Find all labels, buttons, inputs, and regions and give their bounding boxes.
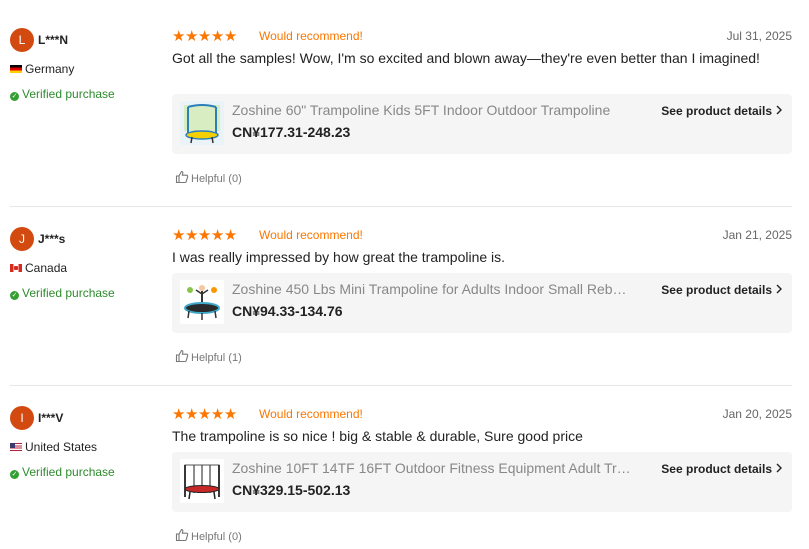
review-date: Jan 20, 2025 bbox=[722, 407, 792, 421]
star-icon: ★ bbox=[223, 28, 237, 45]
verified-label: Verified purchase bbox=[22, 87, 115, 101]
product-thumbnail[interactable] bbox=[180, 459, 224, 503]
verified-badge: ✓ Verified purchase bbox=[10, 465, 115, 479]
reviewer-name: L***N bbox=[38, 33, 69, 47]
star-rating: ★★★★★ bbox=[172, 406, 237, 423]
helpful-label: Helpful (1) bbox=[191, 352, 242, 364]
see-product-details-link[interactable]: See product details bbox=[661, 462, 772, 476]
recommend-label: Would recommend! bbox=[259, 29, 363, 43]
helpful-button[interactable]: Helpful (0) bbox=[175, 170, 242, 185]
product-name[interactable]: Zoshine 10FT 14TF 16FT Outdoor Fitness E… bbox=[232, 460, 632, 476]
avatar: L bbox=[10, 28, 34, 52]
recommend-label: Would recommend! bbox=[259, 407, 363, 421]
reviewer-country: United States bbox=[10, 440, 97, 454]
helpful-label: Helpful (0) bbox=[191, 173, 242, 185]
product-thumbnail[interactable] bbox=[180, 280, 224, 324]
country-label: Canada bbox=[25, 261, 68, 275]
review-text: I was really impressed by how great the … bbox=[172, 249, 506, 265]
star-icon: ★ bbox=[223, 227, 237, 244]
review-date: Jul 31, 2025 bbox=[726, 29, 792, 43]
verified-check-icon: ✓ bbox=[10, 92, 19, 101]
verified-badge: ✓ Verified purchase bbox=[10, 286, 115, 300]
flag-canada-icon bbox=[10, 264, 22, 272]
avatar: J bbox=[10, 227, 34, 251]
helpful-button[interactable]: Helpful (0) bbox=[175, 528, 242, 543]
star-icon: ★ bbox=[197, 406, 211, 423]
star-icon: ★ bbox=[210, 406, 224, 423]
chevron-right-icon[interactable] bbox=[774, 105, 784, 115]
country-label: Germany bbox=[25, 62, 75, 76]
review-text: The trampoline is so nice ! big & stable… bbox=[172, 428, 583, 444]
star-icon: ★ bbox=[223, 406, 237, 423]
product-price: CN¥177.31-248.23 bbox=[232, 124, 351, 140]
country-label: United States bbox=[25, 440, 98, 454]
review-date: Jan 21, 2025 bbox=[722, 228, 792, 242]
recommend-label: Would recommend! bbox=[259, 228, 363, 242]
flag-germany-icon bbox=[10, 65, 22, 73]
star-icon: ★ bbox=[184, 28, 198, 45]
thumbs-up-icon bbox=[175, 528, 189, 542]
star-rating: ★★★★★ bbox=[172, 28, 237, 45]
helpful-button[interactable]: Helpful (1) bbox=[175, 349, 242, 364]
star-icon: ★ bbox=[197, 28, 211, 45]
divider bbox=[10, 206, 792, 207]
verified-check-icon: ✓ bbox=[10, 470, 19, 479]
verified-label: Verified purchase bbox=[22, 286, 115, 300]
trampoline-image-icon bbox=[180, 101, 224, 145]
star-icon: ★ bbox=[210, 28, 224, 45]
helpful-label: Helpful (0) bbox=[191, 531, 242, 543]
star-icon: ★ bbox=[184, 227, 198, 244]
star-icon: ★ bbox=[184, 406, 198, 423]
star-icon: ★ bbox=[172, 227, 185, 244]
reviewer-country: Germany bbox=[10, 62, 74, 76]
reviewer-name: J***s bbox=[38, 232, 66, 246]
reviewer-name: I***V bbox=[38, 411, 64, 425]
avatar: I bbox=[10, 406, 34, 430]
chevron-right-icon[interactable] bbox=[774, 463, 784, 473]
review-text: Got all the samples! Wow, I'm so excited… bbox=[172, 50, 760, 66]
thumbs-up-icon bbox=[175, 349, 189, 363]
product-thumbnail[interactable] bbox=[180, 101, 224, 145]
star-icon: ★ bbox=[172, 406, 185, 423]
star-rating: ★★★★★ bbox=[172, 227, 237, 244]
star-icon: ★ bbox=[172, 28, 185, 45]
outdoor-trampoline-image-icon bbox=[180, 459, 224, 503]
product-name[interactable]: Zoshine 60" Trampoline Kids 5FT Indoor O… bbox=[232, 102, 632, 118]
product-card[interactable]: Zoshine 450 Lbs Mini Trampoline for Adul… bbox=[172, 273, 792, 333]
product-price: CN¥329.15-502.13 bbox=[232, 482, 351, 498]
product-card[interactable]: Zoshine 10FT 14TF 16FT Outdoor Fitness E… bbox=[172, 452, 792, 512]
verified-check-icon: ✓ bbox=[10, 291, 19, 300]
product-price: CN¥94.33-134.76 bbox=[232, 303, 343, 319]
chevron-right-icon[interactable] bbox=[774, 284, 784, 294]
product-card[interactable]: Zoshine 60" Trampoline Kids 5FT Indoor O… bbox=[172, 94, 792, 154]
divider bbox=[10, 385, 792, 386]
verified-badge: ✓ Verified purchase bbox=[10, 87, 115, 101]
see-product-details-link[interactable]: See product details bbox=[661, 104, 772, 118]
star-icon: ★ bbox=[197, 227, 211, 244]
flag-usa-icon bbox=[10, 443, 22, 451]
reviewer-country: Canada bbox=[10, 261, 67, 275]
verified-label: Verified purchase bbox=[22, 465, 115, 479]
product-name[interactable]: Zoshine 450 Lbs Mini Trampoline for Adul… bbox=[232, 281, 632, 297]
thumbs-up-icon bbox=[175, 170, 189, 184]
mini-trampoline-image-icon bbox=[180, 280, 224, 324]
see-product-details-link[interactable]: See product details bbox=[661, 283, 772, 297]
star-icon: ★ bbox=[210, 227, 224, 244]
